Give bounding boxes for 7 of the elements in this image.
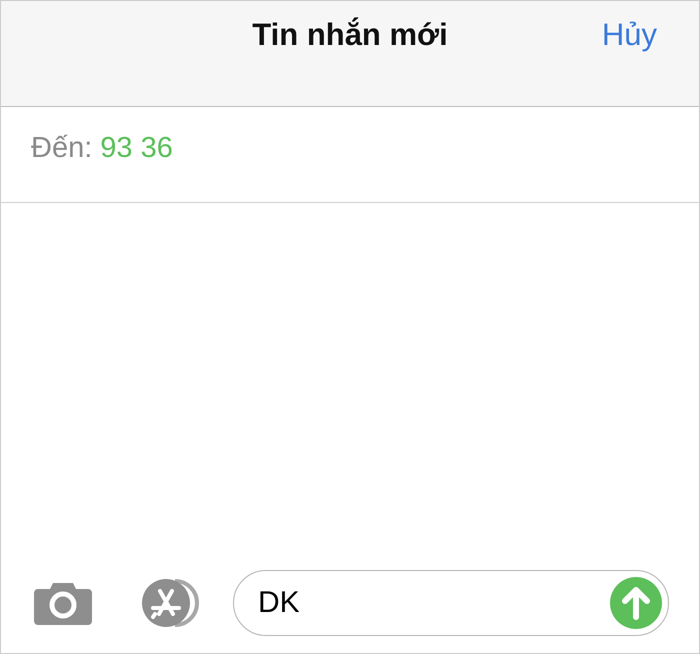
message-field[interactable]: DK — [233, 570, 669, 636]
recipient-name[interactable]: 93 36 — [100, 132, 173, 165]
screen-title: Tin nhắn mới — [252, 17, 448, 54]
recipient-label: Đến: — [31, 132, 92, 165]
send-icon[interactable] — [610, 577, 662, 629]
camera-icon[interactable] — [33, 581, 93, 625]
cancel-button[interactable]: Hủy — [602, 17, 657, 53]
